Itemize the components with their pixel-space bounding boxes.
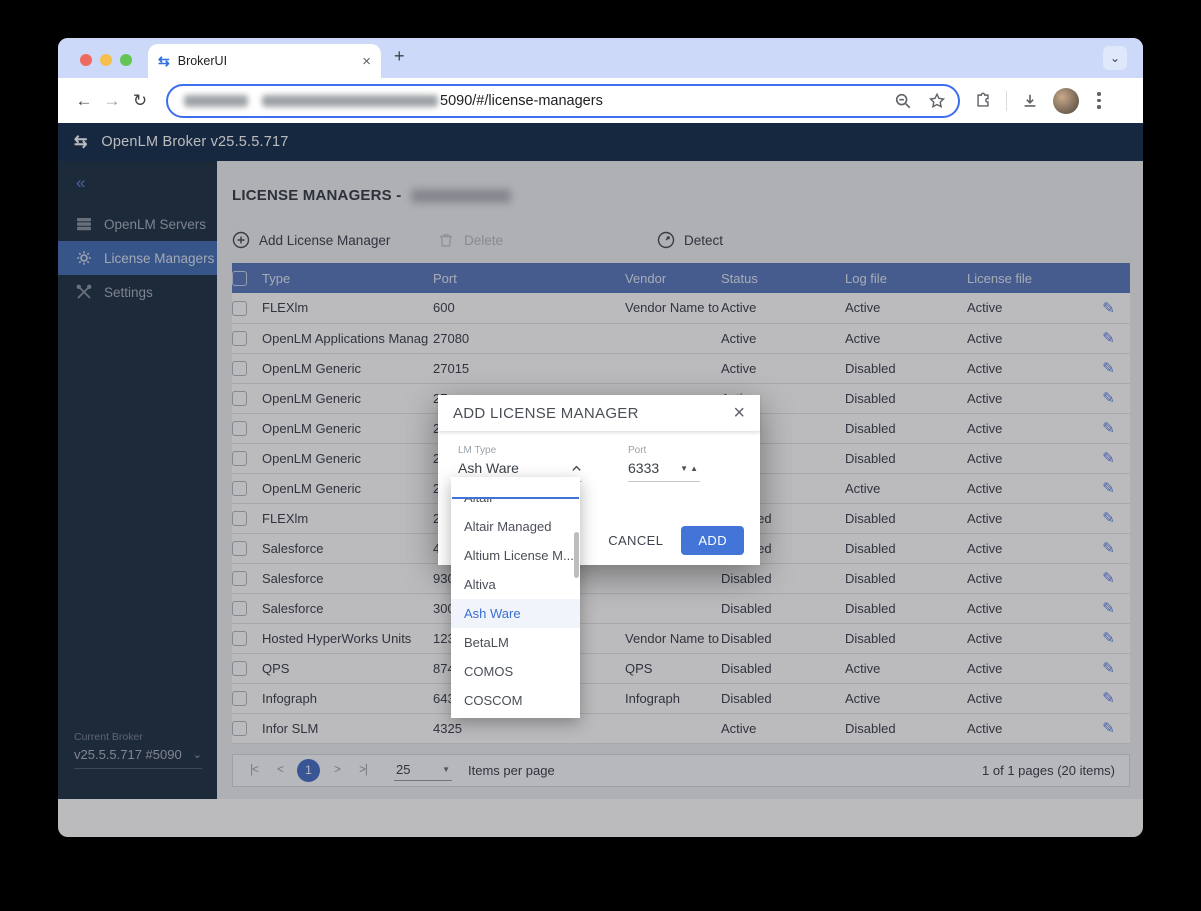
dropdown-item[interactable]: BetaLM [451,628,580,657]
tab-close-icon[interactable]: × [362,53,371,70]
tab-favicon-icon: ⇆ [158,53,170,70]
dropdown-filter-input[interactable] [452,477,579,499]
dropdown-item[interactable]: Altair [451,499,580,512]
dropdown-item[interactable]: COSCOM [451,686,580,715]
forward-button[interactable]: → [98,91,126,111]
port-label: Port [628,445,700,456]
minimize-window-button[interactable] [100,54,112,66]
dropdown-items: Altair Altair Managed Altium License M..… [451,499,580,715]
dropdown-item[interactable]: Altiva [451,570,580,599]
reload-button[interactable]: ↻ [126,91,154,111]
tab-title: BrokerUI [178,54,363,68]
port-input[interactable]: Port 6333 ▼▲ [628,445,700,482]
lm-type-value: Ash Ware [458,460,519,476]
browser-toolbar: ← → ↻ 5090/#/license-managers [58,78,1143,123]
browser-tab[interactable]: ⇆ BrokerUI × [148,44,381,78]
window-controls [80,54,132,66]
zoom-out-icon[interactable] [894,92,912,110]
browser-menu-icon[interactable] [1093,92,1105,109]
lm-type-label: LM Type [458,445,582,456]
back-button[interactable]: ← [70,91,98,111]
bookmark-star-icon[interactable] [928,92,946,110]
new-tab-button[interactable]: + [394,46,405,67]
add-button[interactable]: ADD [681,526,744,555]
tab-strip: ⇆ BrokerUI × + ⌄ [58,38,1143,78]
dropdown-item[interactable]: COMOS [451,657,580,686]
zoom-window-button[interactable] [120,54,132,66]
redacted-security-label [184,95,248,107]
tab-overview-chevron-icon[interactable]: ⌄ [1103,46,1127,70]
dropdown-scrollbar[interactable] [574,532,579,578]
dropdown-item[interactable]: Ash Ware [451,599,580,628]
browser-window: ⇆ BrokerUI × + ⌄ ← → ↻ 5090/#/license-ma… [58,38,1143,837]
modal-title: ADD LICENSE MANAGER [453,405,733,422]
url-text: 5090/#/license-managers [440,93,603,109]
close-window-button[interactable] [80,54,92,66]
lm-type-dropdown: Altair Altair Managed Altium License M..… [451,477,580,718]
port-spinner-icons[interactable]: ▼▲ [680,464,700,473]
dropdown-item[interactable]: Altium License M... [451,541,580,570]
extensions-icon[interactable] [974,92,992,110]
dropdown-list: Altair Altair Managed Altium License M..… [451,499,580,716]
port-value: 6333 [628,460,659,476]
cancel-button[interactable]: CANCEL [608,533,663,548]
toolbar-divider [1006,91,1007,111]
profile-avatar[interactable] [1053,88,1079,114]
close-icon[interactable]: × [733,403,745,423]
downloads-icon[interactable] [1021,92,1039,110]
dropdown-item[interactable]: Altair Managed [451,512,580,541]
chevron-up-icon [571,463,582,474]
address-bar[interactable]: 5090/#/license-managers [166,84,960,118]
redacted-domain [262,95,438,107]
screenshot-stage: ⇆ BrokerUI × + ⌄ ← → ↻ 5090/#/license-ma… [0,0,1201,911]
